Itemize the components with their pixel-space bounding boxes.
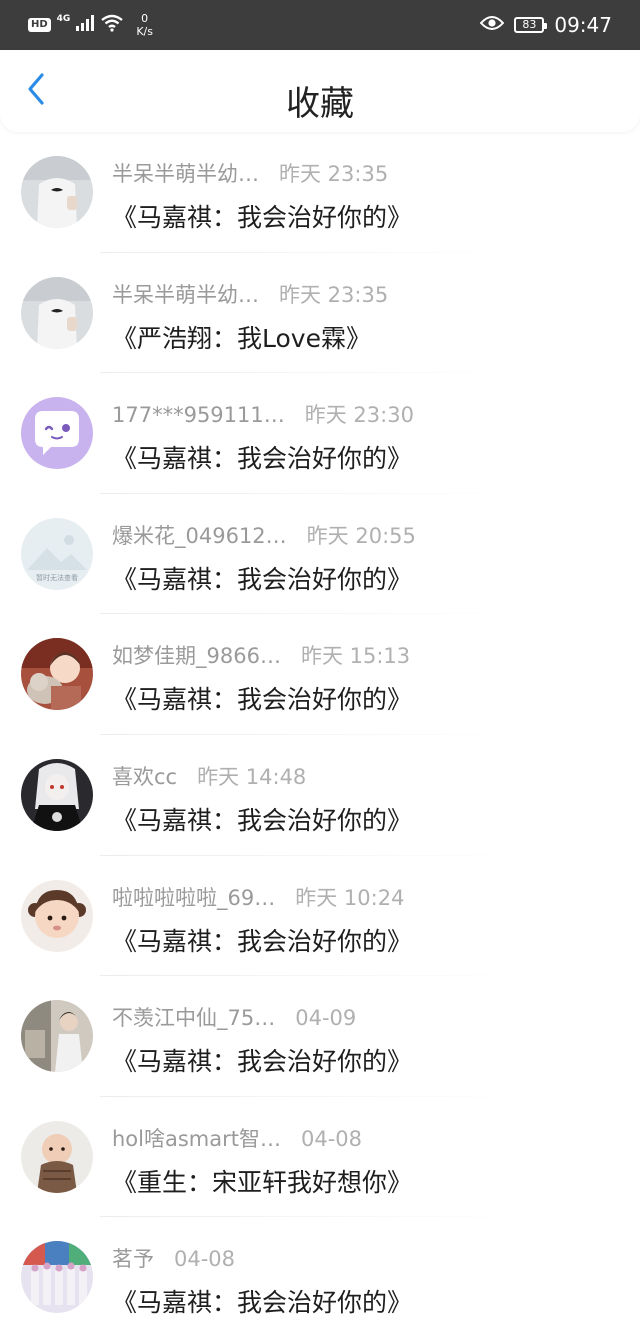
user-name[interactable]: hol啥asmart智… bbox=[112, 1123, 281, 1153]
status-bar: HD 4G 0 K/s 83 09:47 bbox=[0, 0, 640, 50]
speed-unit: K/s bbox=[136, 25, 153, 38]
avatar-white-shirt-icon bbox=[21, 276, 93, 349]
timestamp: 昨天 23:35 bbox=[279, 282, 389, 307]
list-item[interactable]: 如梦佳期_9866… 昨天 15:13 《马嘉祺：我会治好你的》 bbox=[0, 614, 640, 735]
avatar-girl-cat-icon bbox=[21, 638, 93, 711]
signal-icon bbox=[76, 15, 95, 35]
avatar-baby-girl-icon bbox=[21, 879, 93, 952]
list-item[interactable]: 喜欢cc 昨天 14:48 《马嘉祺：我会治好你的》 bbox=[0, 735, 640, 856]
user-name[interactable]: 177***959111… bbox=[112, 403, 285, 427]
avatar[interactable] bbox=[21, 156, 93, 228]
timestamp: 昨天 23:30 bbox=[304, 403, 414, 428]
avatar[interactable] bbox=[21, 1241, 93, 1314]
list-item[interactable]: 啦啦啦啦啦_69… 昨天 10:24 《马嘉祺：我会治好你的》 bbox=[0, 856, 640, 977]
meta-line: 半呆半萌半幼… 昨天 23:35 bbox=[112, 279, 388, 309]
timestamp: 04-09 bbox=[295, 1006, 357, 1031]
battery-icon: 83 bbox=[514, 17, 548, 33]
avatar-person-room-icon bbox=[21, 1000, 93, 1073]
user-name[interactable]: 喜欢cc bbox=[112, 761, 177, 791]
timestamp: 昨天 15:13 bbox=[300, 644, 411, 669]
message-title[interactable]: 《马嘉祺：我会治好你的》 bbox=[112, 560, 412, 596]
message-title[interactable]: 《马嘉祺：我会治好你的》 bbox=[112, 922, 412, 958]
battery-level: 83 bbox=[522, 18, 537, 31]
image-placeholder-icon: 暂时无法查看 bbox=[21, 517, 93, 590]
speed-value: 0 bbox=[141, 12, 149, 25]
meta-line: 啦啦啦啦啦_69… 昨天 10:24 bbox=[112, 882, 404, 912]
avatar[interactable] bbox=[21, 397, 93, 470]
message-title[interactable]: 《马嘉祺：我会治好你的》 bbox=[112, 801, 412, 837]
message-title[interactable]: 《严浩翔：我Love霖》 bbox=[112, 319, 371, 355]
list-item[interactable]: 半呆半萌半幼… 昨天 23:35 《马嘉祺：我会治好你的》 bbox=[0, 132, 640, 253]
list-item[interactable]: 不羡江中仙_75… 04-09 《马嘉祺：我会治好你的》 bbox=[0, 976, 640, 1097]
meta-line: 喜欢cc 昨天 14:48 bbox=[112, 761, 306, 791]
user-name[interactable]: 半呆半萌半幼… bbox=[112, 279, 259, 309]
timestamp: 昨天 23:35 bbox=[279, 162, 389, 186]
timestamp: 昨天 20:55 bbox=[306, 523, 416, 548]
avatar[interactable]: 暂时无法查看 bbox=[21, 517, 93, 590]
meta-line: 爆米花_049612… 昨天 20:55 bbox=[112, 520, 416, 550]
avatar-group-stage-icon bbox=[21, 1241, 93, 1314]
hd-badge: HD bbox=[28, 18, 51, 32]
user-name[interactable]: 啦啦啦啦啦_69… bbox=[112, 882, 275, 912]
network-type: 4G bbox=[56, 14, 71, 24]
timestamp: 昨天 10:24 bbox=[295, 885, 405, 910]
avatar-white-shirt-icon bbox=[21, 156, 93, 228]
avatar-purple-chat-icon bbox=[21, 397, 93, 470]
message-title[interactable]: 《马嘉祺：我会治好你的》 bbox=[112, 1042, 412, 1078]
message-title[interactable]: 《马嘉祺：我会治好你的》 bbox=[112, 198, 412, 234]
avatar[interactable] bbox=[21, 276, 93, 349]
network-speed: 0 K/s bbox=[136, 12, 153, 38]
avatar[interactable] bbox=[21, 758, 93, 831]
user-name[interactable]: 茗予 bbox=[112, 1243, 154, 1273]
message-title[interactable]: 《马嘉祺：我会治好你的》 bbox=[112, 439, 412, 475]
avatar[interactable] bbox=[21, 638, 93, 711]
meta-line: 茗予 04-08 bbox=[112, 1243, 235, 1273]
meta-line: 不羡江中仙_75… 04-09 bbox=[112, 1002, 356, 1032]
list-item[interactable]: 半呆半萌半幼… 昨天 23:35 《严浩翔：我Love霖》 bbox=[0, 253, 640, 374]
user-name[interactable]: 不羡江中仙_75… bbox=[112, 1002, 275, 1032]
avatar-anime-dark-icon bbox=[21, 758, 93, 831]
timestamp: 04-08 bbox=[301, 1126, 363, 1151]
list-item[interactable]: hol啥asmart智… 04-08 《重生：宋亚轩我好想你》 bbox=[0, 1097, 640, 1218]
meta-line: 半呆半萌半幼… 昨天 23:35 bbox=[112, 158, 388, 188]
timestamp: 04-08 bbox=[174, 1247, 236, 1272]
message-title[interactable]: 《马嘉祺：我会治好你的》 bbox=[112, 680, 412, 716]
wifi-icon bbox=[100, 14, 124, 36]
meta-line: 如梦佳期_9866… 昨天 15:13 bbox=[112, 640, 410, 670]
user-name[interactable]: 如梦佳期_9866… bbox=[112, 640, 281, 670]
list-item[interactable]: 暂时无法查看 爆米花_049612… 昨天 20:55 《马嘉祺：我会治好你的》 bbox=[0, 494, 640, 615]
avatar[interactable] bbox=[21, 1120, 93, 1193]
list-item[interactable]: 茗予 04-08 《马嘉祺：我会治好你的》 bbox=[0, 1217, 640, 1338]
svg-text:暂时无法查看: 暂时无法查看 bbox=[36, 573, 78, 582]
timestamp: 昨天 14:48 bbox=[197, 764, 307, 789]
meta-line: 177***959111… 昨天 23:30 bbox=[112, 399, 414, 429]
avatar[interactable] bbox=[21, 1000, 93, 1073]
user-name[interactable]: 爆米花_049612… bbox=[112, 520, 287, 550]
meta-line: hol啥asmart智… 04-08 bbox=[112, 1123, 362, 1153]
favorites-list: 半呆半萌半幼… 昨天 23:35 《马嘉祺：我会治好你的》 半呆半萌半幼… 昨天 2… bbox=[0, 132, 640, 1338]
message-title[interactable]: 《马嘉祺：我会治好你的》 bbox=[112, 1283, 412, 1319]
eye-icon bbox=[480, 15, 505, 35]
avatar-baby-boy-icon bbox=[21, 1120, 93, 1193]
clock: 09:47 bbox=[554, 13, 612, 37]
user-name[interactable]: 半呆半萌半幼… bbox=[112, 158, 259, 188]
avatar[interactable] bbox=[21, 879, 93, 952]
message-title[interactable]: 《重生：宋亚轩我好想你》 bbox=[112, 1163, 412, 1199]
list-item[interactable]: 177***959111… 昨天 23:30 《马嘉祺：我会治好你的》 bbox=[0, 373, 640, 494]
